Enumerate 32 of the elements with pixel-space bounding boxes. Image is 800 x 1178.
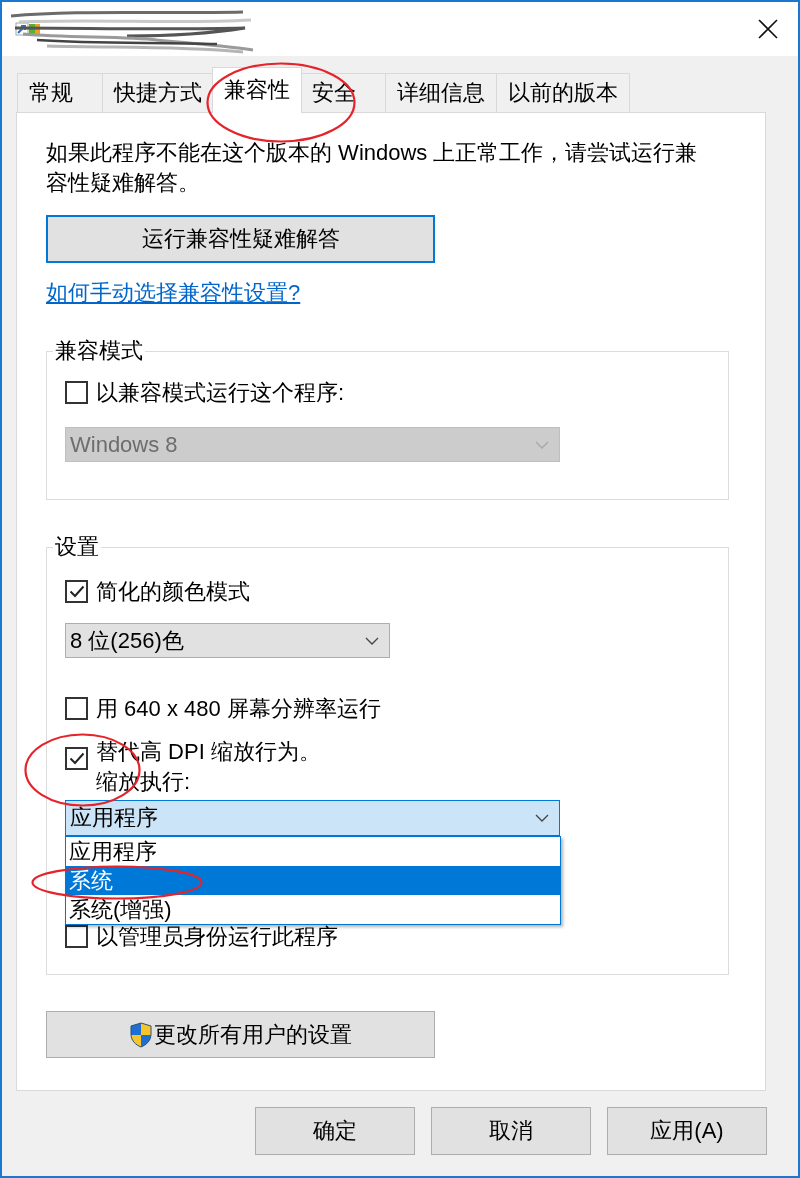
checkbox[interactable] <box>65 580 88 603</box>
close-icon <box>758 19 778 39</box>
chevron-down-icon <box>535 814 549 822</box>
chevron-down-icon <box>535 440 549 449</box>
dialog-button[interactable]: 应用(A) <box>607 1107 767 1155</box>
checkmark-icon <box>68 585 85 598</box>
tab[interactable]: 常规 <box>17 73 103 112</box>
description-text: 如果此程序不能在这个版本的 Windows 上正常工作，请尝试运行兼容性疑难解答。 <box>46 139 699 197</box>
help-link[interactable]: 如何手动选择兼容性设置? <box>46 278 301 308</box>
tab[interactable]: 以前的版本 <box>496 73 630 112</box>
checkbox-label[interactable]: 用 640 x 480 屏幕分辨率运行 <box>96 694 381 724</box>
dropdown-option[interactable]: 应用程序 <box>66 837 560 866</box>
dialog-button[interactable]: 取消 <box>431 1107 591 1155</box>
tab[interactable]: 兼容性 <box>212 67 302 113</box>
shield-icon <box>129 1021 152 1048</box>
checkbox[interactable] <box>65 697 88 720</box>
checkbox[interactable] <box>65 925 88 948</box>
shortcut-icon <box>15 22 41 36</box>
chevron-down-icon <box>365 636 379 645</box>
troubleshoot-button[interactable]: 运行兼容性疑难解答 <box>46 215 435 263</box>
dialog-button[interactable]: 确定 <box>255 1107 415 1155</box>
dropdown[interactable]: 8 位(256)色 <box>65 623 390 658</box>
checkbox[interactable] <box>65 747 88 770</box>
dropdown[interactable]: 应用程序 <box>65 800 560 836</box>
checkbox[interactable] <box>65 381 88 404</box>
change-all-users-button[interactable]: 更改所有用户的设置 <box>46 1011 435 1058</box>
checkmark-icon <box>68 752 85 765</box>
dropdown-option[interactable]: 系统(增强) <box>66 895 560 924</box>
checkbox-label[interactable]: 以管理员身份运行此程序 <box>96 922 338 952</box>
checkbox-label[interactable]: 以兼容模式运行这个程序: <box>96 378 345 408</box>
dropdown-option[interactable]: 系统 <box>66 866 560 895</box>
checkbox-label[interactable]: 简化的颜色模式 <box>96 577 250 607</box>
